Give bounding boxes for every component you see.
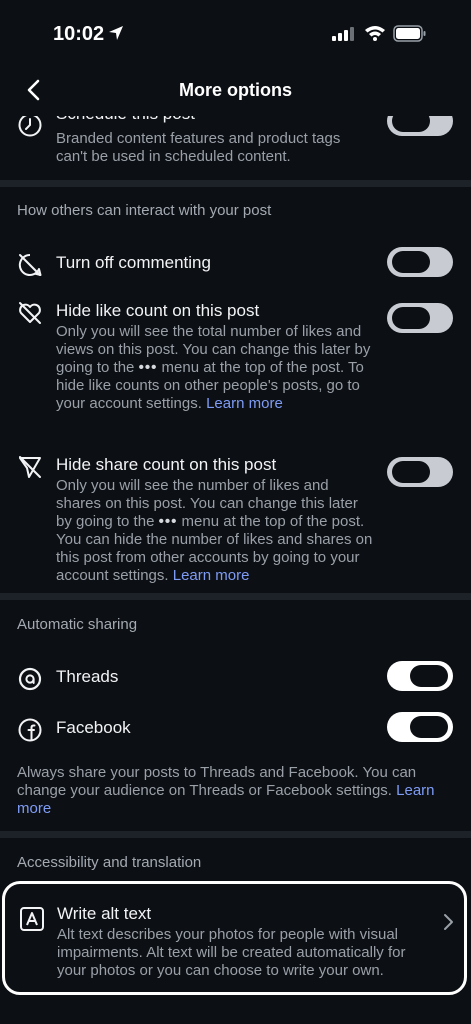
turn-off-commenting-toggle[interactable] xyxy=(387,247,453,277)
section-divider xyxy=(0,180,471,187)
write-alt-text-row[interactable]: Write alt text Alt text describes your p… xyxy=(2,881,467,995)
comment-off-icon xyxy=(18,253,42,276)
threads-logo-icon xyxy=(18,667,42,691)
toggle-knob xyxy=(392,461,430,483)
schedule-post-row: Schedule this post Branded content featu… xyxy=(0,116,471,182)
cellular-signal-icon xyxy=(332,27,354,41)
threads-share-toggle[interactable] xyxy=(387,661,453,691)
toggle-knob xyxy=(392,307,430,329)
section-header-accessibility: Accessibility and translation xyxy=(17,854,202,871)
hide-share-count-label: Hide share count on this post xyxy=(56,455,277,474)
hide-like-count-row: Hide like count on this post Only you wi… xyxy=(0,296,471,431)
threads-row: Threads xyxy=(0,661,471,702)
clock-icon xyxy=(18,116,42,137)
chevron-right-icon xyxy=(444,914,453,930)
hide-share-count-toggle[interactable] xyxy=(387,457,453,487)
facebook-label: Facebook xyxy=(56,718,131,737)
alt-text-icon xyxy=(20,907,44,931)
learn-more-link[interactable]: Learn more xyxy=(173,567,250,584)
more-dots-icon: ••• xyxy=(158,513,178,530)
section-header-automatic-sharing: Automatic sharing xyxy=(17,616,138,633)
heart-off-icon xyxy=(19,302,41,324)
nav-header: More options xyxy=(0,64,471,116)
facebook-share-toggle[interactable] xyxy=(387,712,453,742)
write-alt-text-label: Write alt text xyxy=(57,904,152,923)
share-off-icon xyxy=(19,456,41,478)
facebook-row: Facebook xyxy=(0,712,471,753)
hide-like-count-label: Hide like count on this post xyxy=(56,301,260,320)
write-alt-text-description: Alt text describes your photos for peopl… xyxy=(57,926,406,979)
schedule-post-description: Branded content features and product tag… xyxy=(56,130,341,165)
note-text: Always share your posts to Threads and F… xyxy=(17,764,417,799)
section-header-interaction: How others can interact with your post xyxy=(17,202,272,219)
threads-label: Threads xyxy=(56,667,119,686)
hide-like-count-toggle[interactable] xyxy=(387,303,453,333)
toggle-knob xyxy=(410,716,448,738)
automatic-sharing-note: Always share your posts to Threads and F… xyxy=(17,764,457,818)
turn-off-commenting-row: Turn off commenting xyxy=(0,247,471,288)
learn-more-link[interactable]: Learn more xyxy=(206,395,283,412)
wifi-icon xyxy=(365,26,385,41)
status-time: 10:02 xyxy=(53,23,105,45)
toggle-knob xyxy=(392,251,430,273)
hide-share-count-row: Hide share count on this post Only you w… xyxy=(0,450,471,585)
toggle-knob xyxy=(410,665,448,687)
battery-icon xyxy=(393,25,426,42)
more-dots-icon: ••• xyxy=(138,359,158,376)
location-arrow-icon xyxy=(109,26,123,40)
schedule-post-title: Schedule this post xyxy=(56,116,195,124)
toggle-knob xyxy=(392,116,430,132)
facebook-logo-icon xyxy=(18,718,42,742)
page-title: More options xyxy=(179,80,292,100)
hide-share-count-description: Only you will see the number of likes an… xyxy=(56,477,374,585)
hide-like-count-description: Only you will see the total number of li… xyxy=(56,323,374,413)
status-bar: 10:02 xyxy=(0,0,471,60)
schedule-post-toggle[interactable] xyxy=(387,116,453,136)
section-divider xyxy=(0,831,471,838)
turn-off-commenting-label: Turn off commenting xyxy=(56,253,211,272)
section-divider xyxy=(0,593,471,600)
